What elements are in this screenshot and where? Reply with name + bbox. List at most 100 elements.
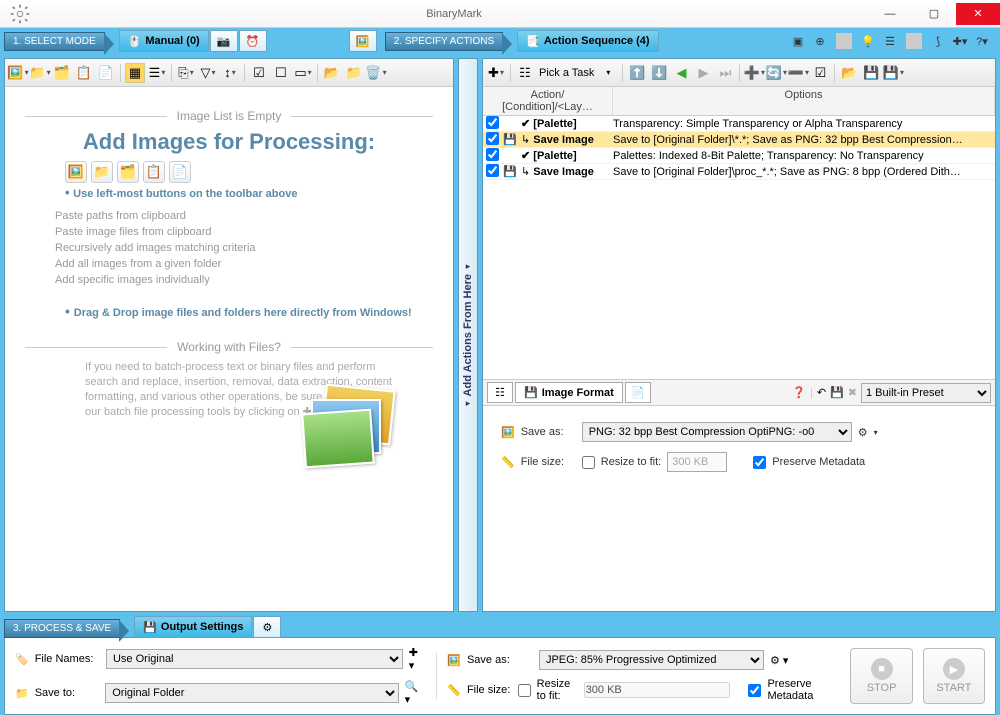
sort-button[interactable]: ↕: [220, 63, 240, 83]
pick-task-dd[interactable]: ▾: [598, 63, 618, 83]
add-actions-bar[interactable]: ▸ Add Actions From Here ▸: [458, 58, 478, 612]
wifi-icon[interactable]: ⟆: [930, 33, 946, 49]
size-input[interactable]: [667, 452, 727, 472]
hint-4: Add specific images individually: [55, 272, 433, 288]
save-preset-icon[interactable]: 💾: [830, 386, 844, 399]
move-up-button[interactable]: ⬆️: [627, 63, 647, 83]
picture-icon: 🖼️: [356, 35, 370, 48]
insert-button[interactable]: ➕: [744, 63, 764, 83]
move-down-button[interactable]: ⬇️: [649, 63, 669, 83]
list-icon[interactable]: ☰: [882, 33, 898, 49]
b-saveas-select[interactable]: JPEG: 85% Progressive Optimized: [539, 650, 764, 670]
open-button[interactable]: 📂: [322, 63, 342, 83]
b-size-input[interactable]: [584, 682, 730, 698]
add-image-button[interactable]: 🖼️: [8, 63, 28, 83]
subtab-image-format[interactable]: 💾 Image Format: [515, 382, 623, 403]
plus-icon[interactable]: ✚▾: [952, 33, 968, 49]
tab-clock[interactable]: ⏰: [239, 30, 267, 52]
tab-manual[interactable]: 🖱️ Manual (0): [119, 30, 209, 52]
help-icon[interactable]: ?▾: [974, 33, 990, 49]
add-folder-button[interactable]: 📁: [30, 63, 50, 83]
undo-icon[interactable]: ↶: [817, 386, 826, 399]
subtabs: ☷ 💾 Image Format 📄 ❓ | ↶ 💾 ✖ 1 Built-in …: [483, 380, 995, 406]
row-checkbox[interactable]: [486, 116, 499, 129]
close-button[interactable]: ✕: [956, 3, 1000, 25]
action-row[interactable]: ✔ [Palette]Palettes: Indexed 8-Bit Palet…: [483, 148, 995, 164]
empty-state: Image List is Empty Add Images for Proce…: [5, 87, 453, 434]
filter-button[interactable]: ▽: [198, 63, 218, 83]
resize-checkbox[interactable]: [582, 456, 595, 469]
tab-gear[interactable]: ⚙: [253, 616, 281, 638]
b-saveas-icon: 🖼️: [447, 654, 461, 667]
delete-preset-icon[interactable]: ✖: [848, 386, 857, 399]
action-row[interactable]: ✔ [Palette]Transparency: Simple Transpar…: [483, 116, 995, 132]
saveto-opts-icon[interactable]: 🔍 ▾: [405, 680, 427, 706]
check-button[interactable]: ☑: [249, 63, 269, 83]
save-as-button[interactable]: 💾: [883, 63, 903, 83]
view-list-button[interactable]: ☰: [147, 63, 167, 83]
step-1-label: 1. SELECT MODE: [4, 32, 105, 51]
add-recursive-button[interactable]: 🗂️: [52, 63, 72, 83]
pick-task-label[interactable]: Pick a Task: [537, 67, 596, 79]
b-gear-icon[interactable]: ⚙ ▾: [770, 654, 788, 667]
select-button[interactable]: ▭: [293, 63, 313, 83]
floppy-icon: 💾: [143, 621, 157, 634]
tab-picture[interactable]: 🖼️: [349, 30, 377, 52]
nav-back-button[interactable]: ◀: [671, 63, 691, 83]
bulb-icon[interactable]: 💡: [860, 33, 876, 49]
tab-camera[interactable]: 📷: [210, 30, 238, 52]
filenames-icon: 🏷️: [15, 653, 29, 666]
empty-bullet: • Use left-most buttons on the toolbar a…: [65, 185, 433, 200]
paste-image-button[interactable]: 📋: [74, 63, 94, 83]
saveto-select[interactable]: Original Folder: [105, 683, 398, 703]
start-button[interactable]: ▶ START: [923, 648, 985, 704]
duplicate-button[interactable]: 🔄: [766, 63, 786, 83]
paste-path-button[interactable]: 📄: [96, 63, 116, 83]
step-3-label: 3. PROCESS & SAVE: [4, 619, 120, 638]
action-row[interactable]: 💾↳ Save ImageSave to [Original Folder]\p…: [483, 164, 995, 180]
stop-button[interactable]: ■ STOP: [850, 648, 912, 704]
help-small-icon[interactable]: ❓: [792, 386, 806, 399]
copy-button[interactable]: ⎘: [176, 63, 196, 83]
delete-action-button[interactable]: ➖: [788, 63, 808, 83]
action-row[interactable]: 💾↳ Save ImageSave to [Original Folder]\*…: [483, 132, 995, 148]
saveas-select[interactable]: PNG: 32 bpp Best Compression OptiPNG: -o…: [582, 422, 852, 442]
nav-next-button[interactable]: ▶: [693, 63, 713, 83]
row-checkbox[interactable]: [486, 148, 499, 161]
uncheck-button[interactable]: ☐: [271, 63, 291, 83]
view-grid-button[interactable]: ▦: [125, 63, 145, 83]
bottom-section: 3. PROCESS & SAVE 💾 Output Settings ⚙ 🏷️…: [0, 616, 1000, 704]
check-all-button[interactable]: ☑: [810, 63, 830, 83]
nav-skip-button[interactable]: ⏭: [715, 63, 735, 83]
save-icon: 💾: [524, 386, 538, 399]
add-action-button[interactable]: ✚: [486, 63, 506, 83]
target-icon[interactable]: ⊕: [812, 33, 828, 49]
dd-small-icon[interactable]: ▾: [874, 428, 878, 437]
filenames-opts-icon[interactable]: ✚ ▾: [409, 646, 427, 672]
image-preview-stack: [303, 387, 403, 467]
maximize-button[interactable]: ▢: [912, 3, 956, 25]
save-button[interactable]: 💾: [861, 63, 881, 83]
tab-action-sequence[interactable]: 📑 Action Sequence (4): [517, 30, 658, 52]
folder-action-button[interactable]: 📁: [344, 63, 364, 83]
subpanel-body: 🖼️ Save as: PNG: 32 bpp Best Compression…: [483, 406, 995, 498]
filenames-select[interactable]: Use Original: [106, 649, 403, 669]
b-resize-checkbox[interactable]: [518, 684, 531, 697]
subtab-notes[interactable]: 📄: [625, 382, 651, 403]
preset-select[interactable]: 1 Built-in Preset: [861, 383, 991, 403]
gear-icon[interactable]: [0, 0, 40, 28]
gear-small-icon[interactable]: ⚙: [858, 426, 868, 439]
hint-icon-3: 🗂️: [117, 161, 139, 183]
load-button[interactable]: 📂: [839, 63, 859, 83]
row-checkbox[interactable]: [486, 164, 499, 177]
minimize-button[interactable]: —: [868, 3, 912, 25]
preserve-checkbox[interactable]: [753, 456, 766, 469]
tab-actionseq-label: Action Sequence (4): [544, 35, 650, 47]
remove-button[interactable]: 🗑️: [366, 63, 386, 83]
b-preserve-checkbox[interactable]: [748, 684, 761, 697]
tab-output-settings[interactable]: 💾 Output Settings: [134, 616, 252, 638]
screen-icon[interactable]: ▣: [790, 33, 806, 49]
row-checkbox[interactable]: [486, 132, 499, 145]
hint-icon-1: 🖼️: [65, 161, 87, 183]
subtab-tree[interactable]: ☷: [487, 382, 513, 403]
